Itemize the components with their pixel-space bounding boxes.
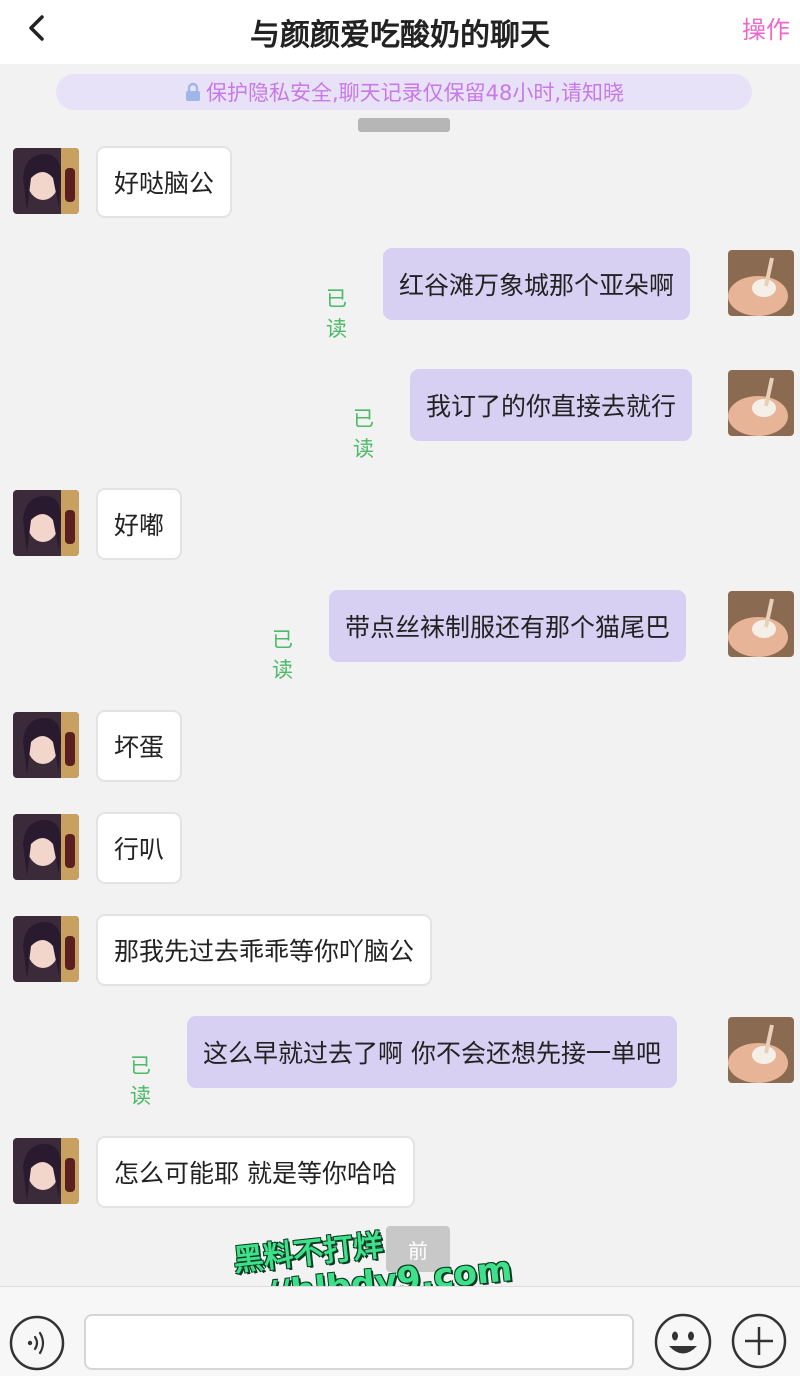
contact-avatar[interactable]	[13, 148, 79, 214]
read-status: 已读	[326, 287, 347, 341]
contact-avatar[interactable]	[13, 1138, 79, 1204]
user-avatar[interactable]	[728, 370, 794, 436]
plus-icon	[731, 1313, 787, 1369]
user-avatar[interactable]	[728, 1017, 794, 1083]
avatar-image	[728, 1017, 794, 1083]
contact-avatar[interactable]	[13, 490, 79, 556]
message-bubble-outgoing[interactable]: 红谷滩万象城那个亚朵啊	[383, 248, 691, 320]
message-bubble-outgoing[interactable]: 这么早就过去了啊 你不会还想先接一单吧	[187, 1016, 677, 1088]
user-avatar[interactable]	[728, 250, 794, 316]
privacy-notice: 保护隐私安全,聊天记录仅保留48小时,请知晓	[56, 74, 752, 110]
avatar-image	[13, 916, 79, 982]
message-bubble-incoming[interactable]: 好嘟	[96, 488, 183, 560]
message-bubble-incoming[interactable]: 行叭	[96, 812, 183, 884]
avatar-image	[13, 712, 79, 778]
message-bubble-incoming[interactable]: 怎么可能耶 就是等你哈哈	[96, 1136, 415, 1208]
avatar-image	[13, 1138, 79, 1204]
contact-avatar[interactable]	[13, 814, 79, 880]
avatar-image	[728, 370, 794, 436]
read-status: 已读	[130, 1054, 151, 1108]
lock-icon	[185, 82, 200, 101]
message-bubble-outgoing[interactable]: 我订了的你直接去就行	[410, 369, 693, 441]
privacy-notice-text: 保护隐私安全,聊天记录仅保留48小时,请知晓	[205, 81, 625, 105]
message-input[interactable]	[84, 1314, 634, 1370]
emoji-button[interactable]	[654, 1313, 712, 1371]
contact-avatar[interactable]	[13, 712, 79, 778]
avatar-image	[13, 814, 79, 880]
message-bubble-outgoing[interactable]: 带点丝袜制服还有那个猫尾巴	[329, 590, 687, 662]
avatar-image	[13, 490, 79, 556]
top-bar: 与颜颜爱吃酸奶的聊天 操作	[0, 0, 800, 64]
user-avatar[interactable]	[728, 591, 794, 657]
read-status: 已读	[272, 628, 293, 682]
load-more-indicator[interactable]	[358, 118, 450, 132]
message-bubble-incoming[interactable]: 好哒脑公	[96, 146, 233, 218]
avatar-image	[13, 148, 79, 214]
avatar-image	[728, 250, 794, 316]
message-bubble-incoming[interactable]: 坏蛋	[96, 710, 183, 782]
voice-icon	[9, 1315, 65, 1371]
message-bubble-incoming[interactable]: 那我先过去乖乖等你吖脑公	[96, 914, 433, 986]
page-title: 与颜颜爱吃酸奶的聊天	[250, 18, 550, 53]
avatar-image	[728, 591, 794, 657]
input-bar	[0, 1286, 800, 1376]
voice-button[interactable]	[9, 1315, 65, 1371]
action-button[interactable]: 操作	[742, 10, 790, 45]
contact-avatar[interactable]	[13, 916, 79, 982]
plus-button[interactable]	[731, 1313, 787, 1369]
read-status: 已读	[353, 407, 374, 461]
emoji-icon	[654, 1313, 712, 1371]
